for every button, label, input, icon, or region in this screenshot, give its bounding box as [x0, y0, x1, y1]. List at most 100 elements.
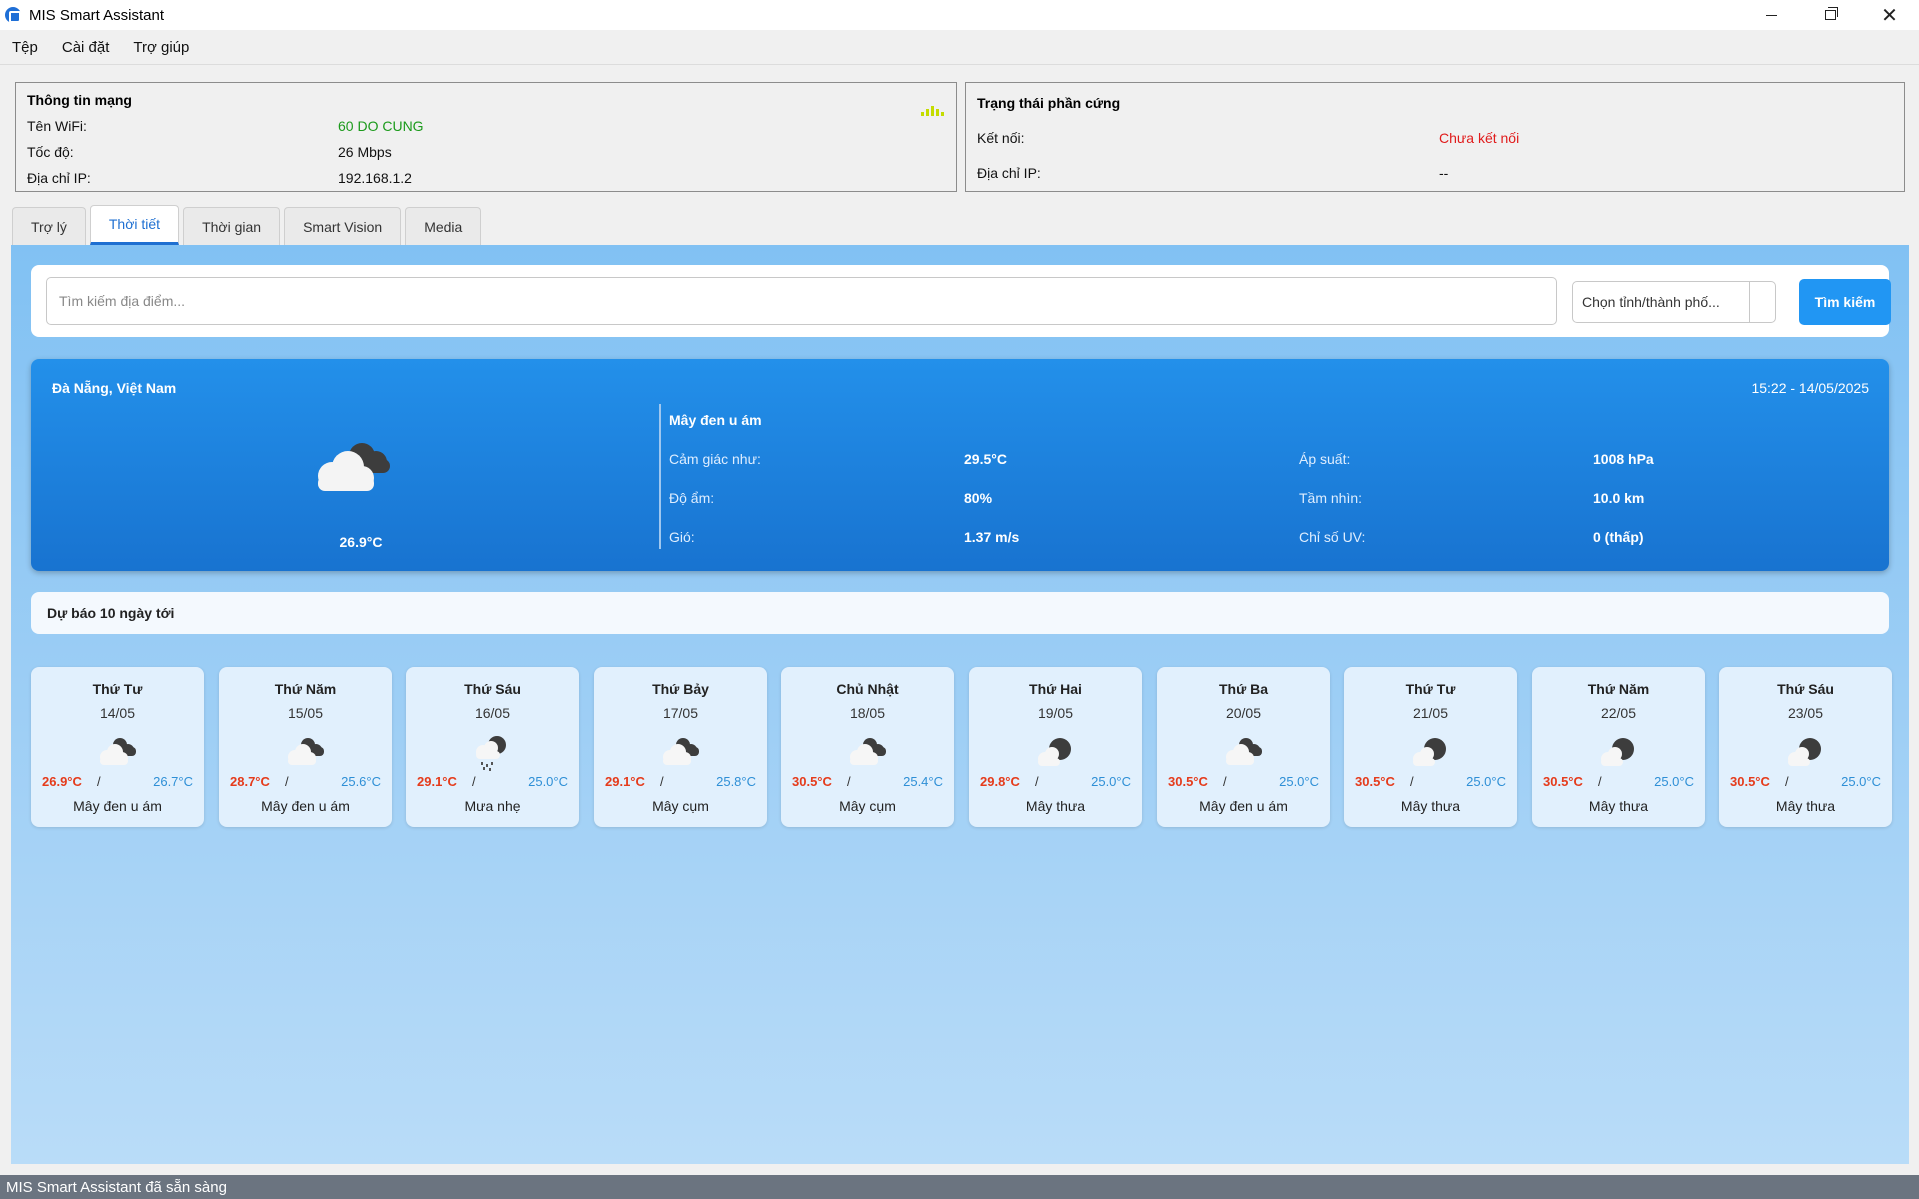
forecast-min-temp: 25.0°C	[1279, 774, 1319, 789]
wifi-name-value: 60 DO CUNG	[338, 118, 424, 134]
forecast-max-temp: 28.7°C	[230, 774, 270, 789]
forecast-description: Mây thưa	[1025, 798, 1086, 814]
connection-label: Kết nối:	[977, 130, 1025, 146]
visibility-label: Tầm nhìn:	[1299, 490, 1363, 506]
connection-value: Chưa kết nối	[1439, 130, 1520, 146]
menu-bar: Tệp Cài đặt Trợ giúp	[0, 30, 1919, 65]
current-temperature: 26.9°C	[339, 534, 383, 550]
forecast-min-temp: 25.0°C	[1841, 774, 1881, 789]
forecast-description: Mây thưa	[1400, 798, 1461, 814]
forecast-min-temp: 25.0°C	[1091, 774, 1131, 789]
speed-value: 26 Mbps	[338, 144, 392, 160]
forecast-card: Thứ Hai 19/05 29.8°C / 25.0°C Mây thưa	[969, 667, 1142, 827]
forecast-card: Thứ Ba 20/05 30.5°C / 25.0°C Mây đen u ám	[1157, 667, 1330, 827]
forecast-day: Thứ Sáu	[1777, 681, 1834, 697]
forecast-min-temp: 25.0°C	[528, 774, 568, 789]
wifi-signal-icon	[920, 103, 946, 120]
minimize-button[interactable]	[1742, 0, 1801, 30]
title-bar: MIS Smart Assistant ✕	[0, 0, 1919, 30]
forecast-date: 23/05	[1787, 705, 1824, 721]
wind-value: 1.37 m/s	[964, 529, 1020, 545]
forecast-card: Thứ Tư 14/05 26.9°C / 26.7°C Mây đen u ám	[31, 667, 204, 827]
forecast-description: Mây cụm	[839, 798, 896, 814]
temp-separator: /	[472, 774, 476, 789]
forecast-max-temp: 30.5°C	[1168, 774, 1208, 789]
city-select[interactable]: Chọn tỉnh/thành phố...	[1572, 281, 1776, 323]
search-button[interactable]: Tìm kiếm	[1799, 279, 1891, 325]
hardware-ip-label: Địa chỉ IP:	[977, 165, 1041, 181]
current-datetime: 15:22 - 14/05/2025	[1751, 380, 1869, 396]
network-panel-title: Thông tin mạng	[27, 92, 132, 108]
wind-label: Gió:	[669, 529, 695, 545]
feels-like-label: Cảm giác như:	[669, 451, 761, 467]
forecast-card: Thứ Năm 15/05 28.7°C / 25.6°C Mây đen u ám	[219, 667, 392, 827]
forecast-date: 20/05	[1225, 705, 1262, 721]
tab-assistant[interactable]: Trợ lý	[12, 207, 86, 245]
forecast-date: 19/05	[1037, 705, 1074, 721]
forecast-description: Mây đen u ám	[1199, 798, 1288, 814]
minimize-icon	[1766, 14, 1777, 16]
scattered-cloud-icon	[1782, 735, 1828, 771]
light-rain-icon	[469, 735, 515, 771]
forecast-day: Thứ Ba	[1218, 681, 1269, 697]
tab-smart-vision[interactable]: Smart Vision	[284, 207, 402, 245]
location-search-input[interactable]	[46, 277, 1557, 325]
forecast-min-temp: 25.4°C	[903, 774, 943, 789]
forecast-card: Thứ Bảy 17/05 29.1°C / 25.8°C Mây cụm	[594, 667, 767, 827]
uv-value: 0 (thấp)	[1593, 529, 1644, 545]
forecast-description: Mây cụm	[652, 798, 709, 814]
tab-weather[interactable]: Thời tiết	[89, 205, 180, 245]
forecast-max-temp: 30.5°C	[1543, 774, 1583, 789]
forecast-max-temp: 26.9°C	[42, 774, 82, 789]
forecast-card: Thứ Tư 21/05 30.5°C / 25.0°C Mây thưa	[1344, 667, 1517, 827]
tab-bar: Trợ lý Thời tiết Thời gian Smart Vision …	[12, 205, 485, 245]
forecast-date: 22/05	[1600, 705, 1637, 721]
temp-separator: /	[1598, 774, 1602, 789]
forecast-description: Mây thưa	[1588, 798, 1649, 814]
menu-file[interactable]: Tệp	[0, 39, 50, 56]
forecast-max-temp: 30.5°C	[1730, 774, 1770, 789]
pressure-value: 1008 hPa	[1593, 451, 1654, 467]
temp-separator: /	[847, 774, 851, 789]
forecast-max-temp: 29.8°C	[980, 774, 1020, 789]
wifi-name-label: Tên WiFi:	[27, 118, 87, 134]
forecast-header: Dự báo 10 ngày tới	[31, 592, 1889, 634]
visibility-value: 10.0 km	[1593, 490, 1645, 506]
forecast-date: 14/05	[99, 705, 136, 721]
ip-label: Địa chỉ IP:	[27, 170, 91, 186]
city-dropdown-button[interactable]	[1749, 282, 1775, 322]
forecast-description: Mây đen u ám	[261, 798, 350, 814]
forecast-day: Thứ Sáu	[464, 681, 521, 697]
window-controls: ✕	[1742, 0, 1919, 30]
humidity-value: 80%	[964, 490, 993, 506]
forecast-card: Chủ Nhật 18/05 30.5°C / 25.4°C Mây cụm	[781, 667, 954, 827]
hardware-ip-value: --	[1439, 165, 1449, 181]
scattered-cloud-icon	[1032, 735, 1078, 771]
forecast-card: Thứ Sáu 16/05 29.1°C / 25.0°C Mưa nhẹ	[406, 667, 579, 827]
forecast-min-temp: 25.6°C	[341, 774, 381, 789]
forecast-max-temp: 29.1°C	[605, 774, 645, 789]
overcast-cloud-icon	[94, 735, 140, 771]
restore-button[interactable]	[1801, 0, 1860, 30]
status-bar: MIS Smart Assistant đã sẵn sàng	[0, 1175, 1919, 1199]
city-select-value: Chọn tỉnh/thành phố...	[1582, 294, 1720, 310]
close-button[interactable]: ✕	[1860, 0, 1919, 30]
forecast-description: Mây thưa	[1775, 798, 1836, 814]
menu-settings[interactable]: Cài đặt	[50, 39, 122, 56]
forecast-max-temp: 30.5°C	[1355, 774, 1395, 789]
temp-separator: /	[285, 774, 289, 789]
forecast-day: Chủ Nhật	[836, 681, 899, 697]
temp-separator: /	[1410, 774, 1414, 789]
menu-help[interactable]: Trợ giúp	[121, 39, 201, 56]
forecast-day: Thứ Tư	[92, 681, 143, 697]
broken-cloud-icon	[844, 735, 890, 771]
forecast-list: Thứ Tư 14/05 26.9°C/26.7°C Mây đen u ám Thứ …	[31, 667, 1892, 829]
tab-media[interactable]: Media	[405, 207, 482, 245]
weather-panel: Chọn tỉnh/thành phố... Tìm kiếm Đà Nẵng,…	[11, 245, 1909, 1164]
current-weather-card: Đà Nẵng, Việt Nam 15:22 - 14/05/2025 26.…	[31, 359, 1889, 571]
ip-value: 192.168.1.2	[338, 170, 412, 186]
tab-time[interactable]: Thời gian	[183, 207, 281, 245]
forecast-date: 21/05	[1412, 705, 1449, 721]
forecast-min-temp: 25.0°C	[1654, 774, 1694, 789]
feels-like-value: 29.5°C	[964, 451, 1007, 467]
